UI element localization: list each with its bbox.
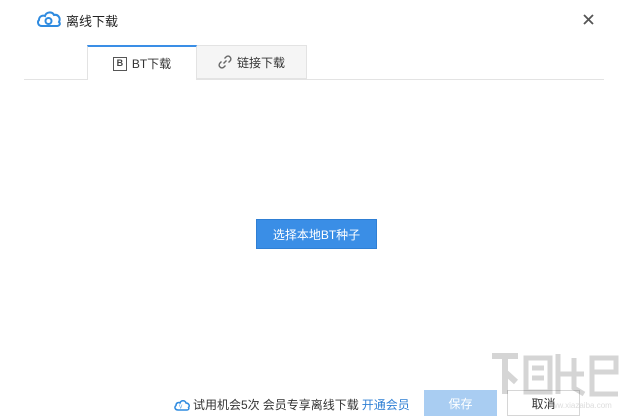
member-exclusive-text: 会员专享离线下载 [262, 398, 359, 412]
window-title: 离线下载 [66, 14, 119, 29]
open-member-link[interactable]: 开通会员 [362, 396, 410, 413]
tab-bt-download[interactable]: B BT下载 [87, 45, 197, 80]
trial-info: V 试用机会5次 会员专享离线下载 开通会员 [174, 396, 410, 413]
tab-bt-download-label: BT下载 [131, 57, 172, 71]
cloud-vip-icon: V [174, 399, 190, 411]
cloud-icon [37, 11, 61, 27]
title-bar: 离线下载 [0, 0, 628, 38]
tab-bar: B BT下载 链接下载 [24, 45, 604, 80]
link-icon [218, 55, 232, 69]
footer: V 试用机会5次 会员专享离线下载 开通会员 保存 取消 [0, 390, 628, 416]
bt-icon: B [112, 56, 127, 71]
close-icon [582, 13, 594, 25]
close-button[interactable] [578, 9, 598, 29]
save-button[interactable]: 保存 [424, 390, 497, 416]
tab-link-download[interactable]: 链接下载 [197, 45, 307, 79]
tab-link-download-label: 链接下载 [236, 55, 285, 70]
cancel-button[interactable]: 取消 [507, 390, 580, 416]
select-local-bt-button[interactable]: 选择本地BT种子 [256, 219, 377, 249]
trial-count-text: 试用机会5次 [193, 398, 260, 412]
